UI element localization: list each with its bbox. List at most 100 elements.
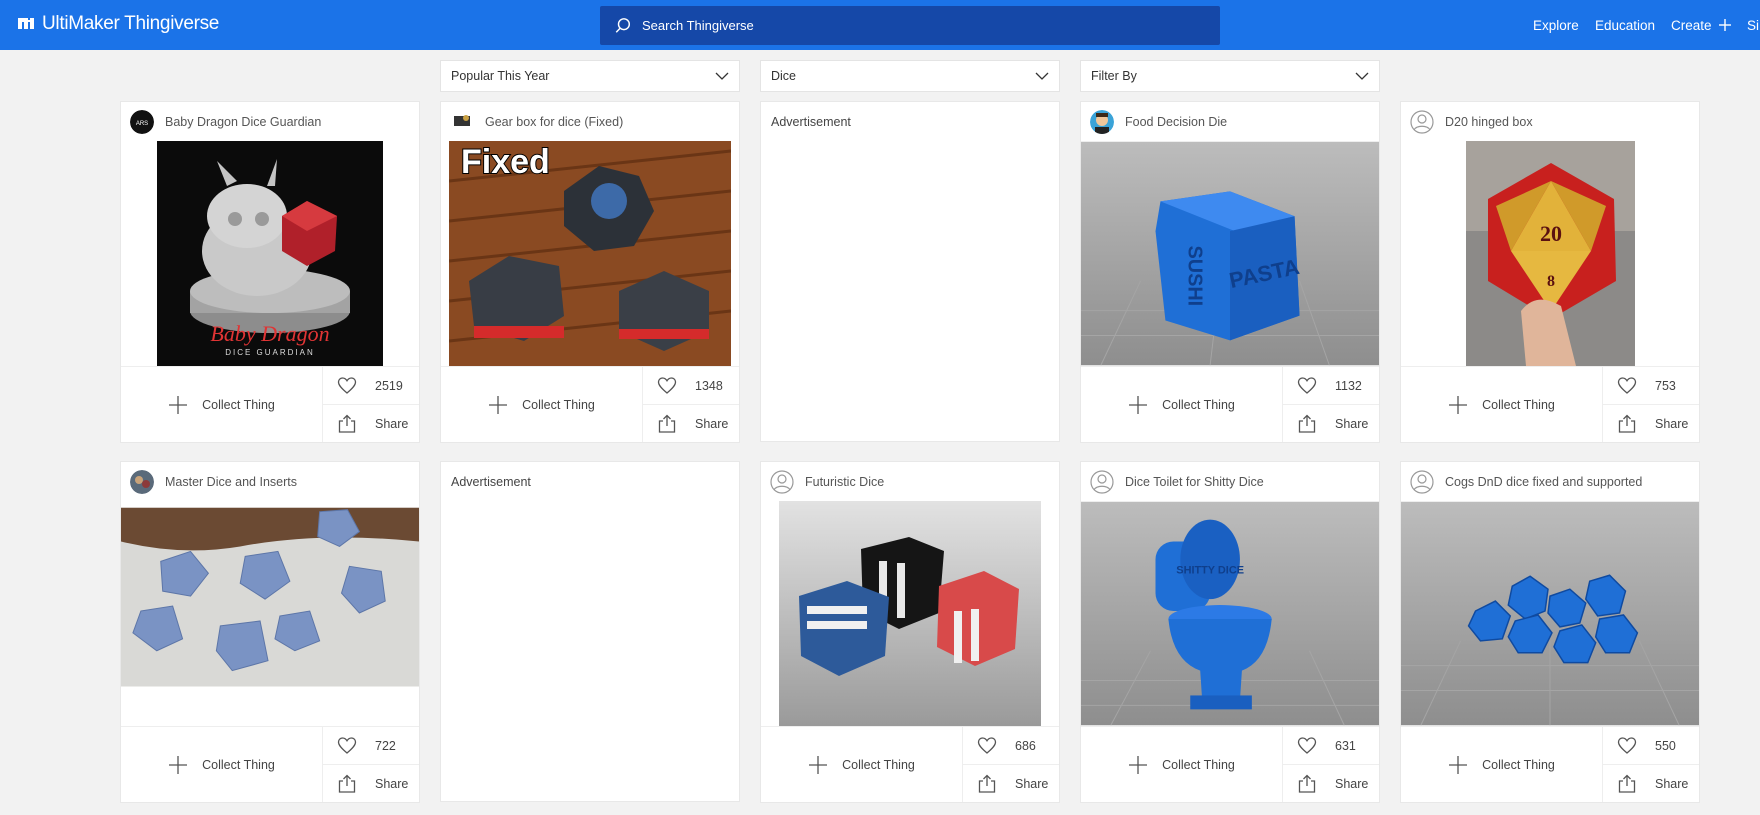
share-button[interactable]: Share xyxy=(323,405,419,442)
card-header[interactable]: Gear box for dice (Fixed) xyxy=(441,102,739,141)
heart-icon xyxy=(1617,376,1637,394)
share-button[interactable]: Share xyxy=(643,405,739,442)
advertisement-slot: Advertisement xyxy=(440,461,740,802)
card-title[interactable]: Cogs DnD dice fixed and supported xyxy=(1445,475,1642,489)
thing-card[interactable]: Futuristic Dice Collect Thing 686 Share xyxy=(760,461,1060,803)
nav-sign-in[interactable]: Si xyxy=(1747,0,1759,50)
card-thumbnail[interactable]: Baby Dragon DICE GUARDIAN xyxy=(121,141,419,366)
thumb-text: Baby Dragon xyxy=(210,321,329,346)
like-button[interactable]: 550 xyxy=(1603,727,1699,765)
avatar[interactable] xyxy=(1410,469,1434,494)
card-actions: Collect Thing 631 Share xyxy=(1081,726,1379,802)
share-button[interactable]: Share xyxy=(1603,765,1699,802)
card-thumbnail[interactable]: PASTA SUSHI xyxy=(1081,141,1379,366)
share-button[interactable]: Share xyxy=(1283,765,1379,802)
filter-by-dropdown[interactable]: Filter By xyxy=(1080,60,1380,92)
share-icon xyxy=(1618,774,1636,793)
plus-icon xyxy=(1718,19,1731,31)
card-thumbnail[interactable]: Fixed xyxy=(441,141,739,366)
share-icon xyxy=(1298,414,1316,433)
collect-thing-button[interactable]: Collect Thing xyxy=(1081,727,1283,802)
share-button[interactable]: Share xyxy=(1603,405,1699,442)
search-bar[interactable] xyxy=(600,6,1220,45)
card-header[interactable]: D20 hinged box xyxy=(1401,102,1699,141)
nav-create[interactable]: Create xyxy=(1671,0,1732,50)
gear-box-image: Fixed xyxy=(449,141,731,366)
avatar[interactable] xyxy=(1090,109,1114,134)
heart-icon xyxy=(337,376,357,394)
card-title[interactable]: Baby Dragon Dice Guardian xyxy=(165,115,321,129)
like-button[interactable]: 753 xyxy=(1603,367,1699,405)
sort-dropdown-label: Popular This Year xyxy=(451,69,550,83)
card-header[interactable]: Futuristic Dice xyxy=(761,462,1059,501)
card-title[interactable]: Dice Toilet for Shitty Dice xyxy=(1125,475,1264,489)
like-button[interactable]: 722 xyxy=(323,727,419,765)
nav-explore[interactable]: Explore xyxy=(1533,0,1579,50)
like-button[interactable]: 1132 xyxy=(1283,367,1379,405)
thing-card[interactable]: Cogs DnD dice fixed and supported Collec… xyxy=(1400,461,1700,803)
collect-thing-button[interactable]: Collect Thing xyxy=(121,367,323,442)
card-thumbnail[interactable] xyxy=(121,501,419,726)
nav-education[interactable]: Education xyxy=(1595,0,1655,50)
thumb-text: 20 xyxy=(1540,221,1562,246)
avatar[interactable]: ARS xyxy=(130,109,154,134)
dice-toilet-image: SHITTY DICE xyxy=(1081,501,1379,726)
share-button[interactable]: Share xyxy=(323,765,419,802)
card-thumbnail[interactable]: 20 8 xyxy=(1401,141,1699,366)
card-title[interactable]: Food Decision Die xyxy=(1125,115,1227,129)
like-button[interactable]: 631 xyxy=(1283,727,1379,765)
collect-thing-button[interactable]: Collect Thing xyxy=(1401,727,1603,802)
like-button[interactable]: 686 xyxy=(963,727,1059,765)
card-header[interactable]: Master Dice and Inserts xyxy=(121,462,419,501)
thumb-text-secondary: SUSHI xyxy=(1183,245,1205,306)
search-icon xyxy=(615,17,631,33)
card-thumbnail[interactable]: SHITTY DICE xyxy=(1081,501,1379,726)
thing-card[interactable]: ARS Baby Dragon Dice Guardian Baby Drago… xyxy=(120,101,420,443)
card-thumbnail[interactable] xyxy=(761,501,1059,726)
plus-icon xyxy=(809,755,828,774)
ultimaker-logo[interactable]: UltiMaker Thingiverse xyxy=(16,13,219,35)
thing-card[interactable]: Food Decision Die PASTA SUSHI Collect Th… xyxy=(1080,101,1380,443)
collect-thing-button[interactable]: Collect Thing xyxy=(121,727,323,802)
avatar[interactable] xyxy=(450,109,474,134)
avatar[interactable] xyxy=(770,469,794,494)
like-button[interactable]: 2519 xyxy=(323,367,419,405)
thing-card[interactable]: D20 hinged box 20 8 Collect Thing 753 Sh… xyxy=(1400,101,1700,443)
share-label: Share xyxy=(695,416,729,431)
collect-thing-button[interactable]: Collect Thing xyxy=(1401,367,1603,442)
avatar[interactable] xyxy=(130,469,154,494)
card-title[interactable]: Master Dice and Inserts xyxy=(165,475,297,489)
search-input[interactable] xyxy=(642,18,1202,33)
card-title[interactable]: Gear box for dice (Fixed) xyxy=(485,115,623,129)
collect-thing-button[interactable]: Collect Thing xyxy=(1081,367,1283,442)
thing-card[interactable]: Master Dice and Inserts Collect Thing 72… xyxy=(120,461,420,803)
thumb-text: SHITTY DICE xyxy=(1176,564,1244,576)
card-actions: Collect Thing 2519 Share xyxy=(121,366,419,442)
card-header[interactable]: Dice Toilet for Shitty Dice xyxy=(1081,462,1379,501)
card-thumbnail[interactable] xyxy=(1401,501,1699,726)
share-button[interactable]: Share xyxy=(1283,405,1379,442)
thumb-subtext: DICE GUARDIAN xyxy=(225,348,315,357)
card-header[interactable]: ARS Baby Dragon Dice Guardian xyxy=(121,102,419,141)
collect-thing-button[interactable]: Collect Thing xyxy=(441,367,643,442)
cogs-dice-image xyxy=(1401,501,1699,726)
sort-dropdown[interactable]: Popular This Year xyxy=(440,60,740,92)
nav-create-label: Create xyxy=(1671,17,1712,33)
collect-thing-button[interactable]: Collect Thing xyxy=(761,727,963,802)
avatar[interactable] xyxy=(1410,109,1434,134)
thing-card[interactable]: Gear box for dice (Fixed) Fixed Collect … xyxy=(440,101,740,443)
share-button[interactable]: Share xyxy=(963,765,1059,802)
plus-icon xyxy=(1449,755,1468,774)
card-actions: Collect Thing 1132 Share xyxy=(1081,366,1379,442)
category-dropdown[interactable]: Dice xyxy=(760,60,1060,92)
share-icon xyxy=(338,774,356,793)
card-header[interactable]: Cogs DnD dice fixed and supported xyxy=(1401,462,1699,501)
card-title[interactable]: D20 hinged box xyxy=(1445,115,1533,129)
like-button[interactable]: 1348 xyxy=(643,367,739,405)
share-icon xyxy=(978,774,996,793)
card-header[interactable]: Food Decision Die xyxy=(1081,102,1379,141)
logo-text: UltiMaker Thingiverse xyxy=(42,13,220,34)
card-title[interactable]: Futuristic Dice xyxy=(805,475,884,489)
thing-card[interactable]: Dice Toilet for Shitty Dice SHITTY DICE … xyxy=(1080,461,1380,803)
avatar[interactable] xyxy=(1090,469,1114,494)
